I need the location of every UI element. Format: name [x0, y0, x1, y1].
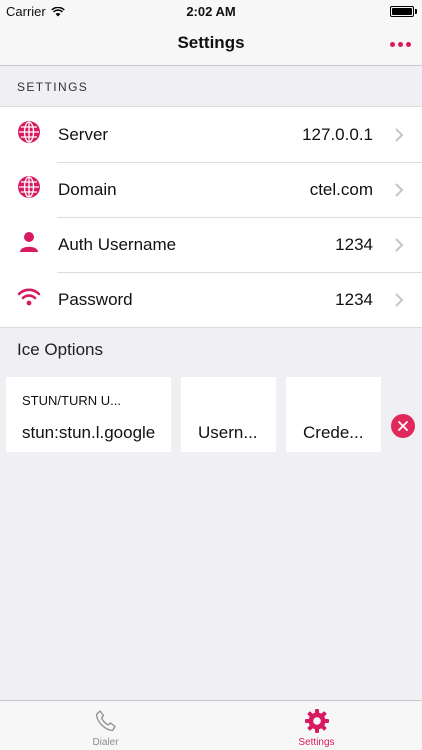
ice-credential-field[interactable]: Crede...: [286, 377, 381, 452]
chevron-right-icon: [395, 183, 404, 197]
settings-row-domain[interactable]: Domain ctel.com: [0, 162, 422, 217]
page-title: Settings: [177, 33, 245, 52]
battery-tip: [415, 9, 417, 14]
status-bar: Carrier 2:02 AM: [0, 0, 422, 22]
row-label: Domain: [58, 179, 117, 199]
more-options-button[interactable]: [384, 30, 416, 58]
phone-icon: [95, 710, 116, 732]
battery-icon: [390, 6, 414, 17]
more-dot-icon: [389, 41, 395, 47]
ice-credential-placeholder: Crede...: [303, 423, 364, 442]
more-dot-icon: [397, 41, 403, 47]
stun-turn-url-value: stun:stun.l.google: [22, 423, 156, 442]
globe-icon: [17, 175, 41, 199]
navigation-bar: Settings: [0, 22, 422, 66]
gear-icon: [304, 709, 329, 733]
person-icon: [17, 230, 41, 254]
row-label: Password: [58, 289, 133, 309]
close-icon: [398, 421, 408, 431]
stun-turn-url-field[interactable]: STUN/TURN U... stun:stun.l.google: [6, 377, 171, 452]
section-header: SETTINGS: [17, 80, 89, 94]
status-time: 2:02 AM: [186, 4, 236, 19]
ice-username-field[interactable]: Usern...: [181, 377, 276, 452]
more-dot-icon: [405, 41, 411, 47]
settings-list: Server 127.0.0.1 Domain ctel.com Auth Us…: [0, 106, 422, 328]
settings-row-auth-username[interactable]: Auth Username 1234: [0, 217, 422, 272]
tab-bar: Dialer Settings: [0, 700, 422, 750]
settings-row-server[interactable]: Server 127.0.0.1: [0, 107, 422, 162]
row-label: Server: [58, 124, 109, 144]
settings-row-password[interactable]: Password 1234: [0, 272, 422, 327]
row-value: 127.0.0.1: [302, 124, 373, 144]
tab-label: Settings: [298, 737, 335, 748]
stun-turn-url-label: STUN/TURN U...: [22, 393, 121, 408]
row-value: ctel.com: [309, 179, 373, 199]
ice-server-entry: STUN/TURN U... stun:stun.l.google Usern.…: [0, 372, 422, 452]
ice-options-header: Ice Options: [17, 340, 103, 359]
ice-username-placeholder: Usern...: [198, 423, 258, 442]
row-value: 1234: [335, 289, 373, 309]
row-value: 1234: [335, 234, 373, 254]
chevron-right-icon: [395, 293, 404, 307]
tab-label: Dialer: [92, 737, 119, 748]
tab-dialer[interactable]: Dialer: [0, 701, 211, 750]
row-label: Auth Username: [58, 234, 177, 254]
chevron-right-icon: [395, 238, 404, 252]
chevron-right-icon: [395, 128, 404, 142]
globe-icon: [17, 120, 41, 144]
settings-screen: Carrier 2:02 AM Settings SETTINGS Server…: [0, 0, 422, 750]
wifi-icon: [17, 285, 41, 309]
tab-settings[interactable]: Settings: [211, 701, 422, 750]
remove-ice-server-button[interactable]: [391, 414, 415, 438]
